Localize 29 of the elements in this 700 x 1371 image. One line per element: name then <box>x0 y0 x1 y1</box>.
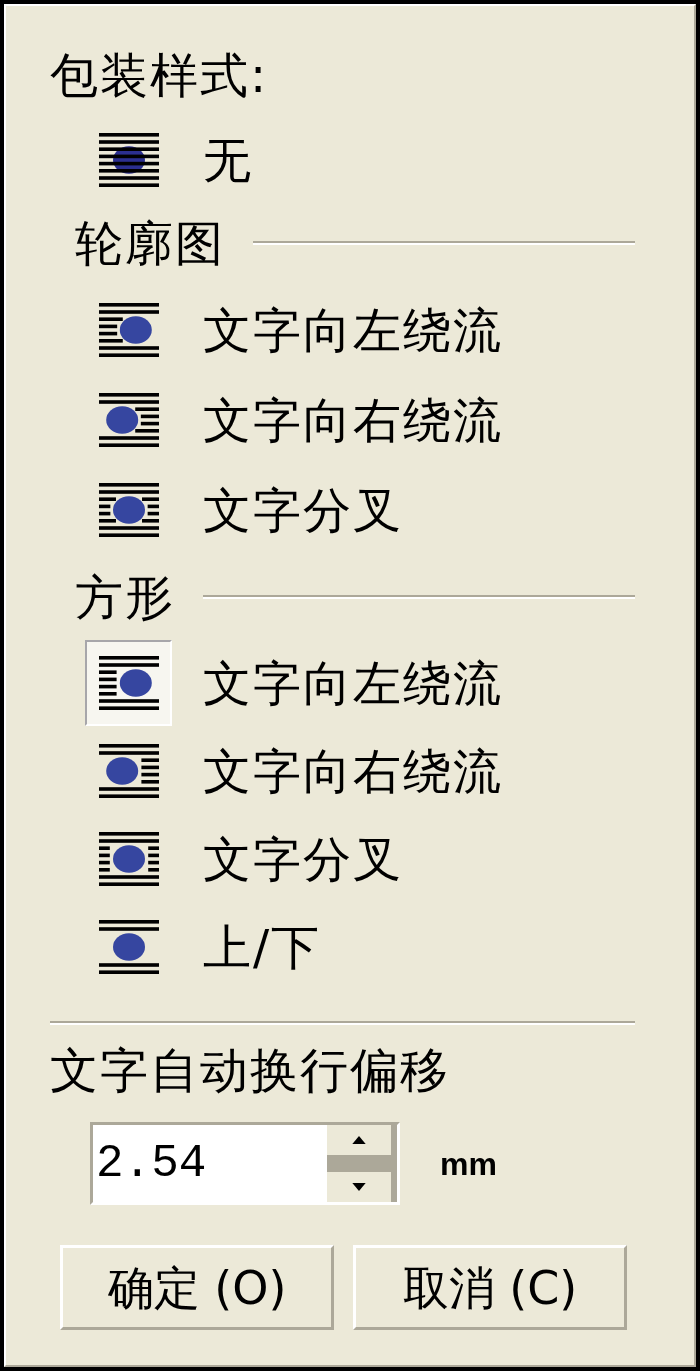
text-wrap-icon <box>98 133 159 187</box>
spin-box[interactable]: 2.54 <box>90 1122 400 1205</box>
option-label: 文字分叉 <box>203 486 403 534</box>
option-label: 文字向左绕流 <box>203 659 503 707</box>
text-wrap-icon <box>98 656 159 710</box>
dialog-button[interactable]: 取消 (C) <box>353 1245 627 1330</box>
group-heading: 方形 <box>75 573 175 621</box>
text-wrap-icon <box>98 303 159 357</box>
offset-label: 文字自动换行偏移 <box>50 1046 450 1094</box>
text-wrap-icon <box>98 832 159 886</box>
text-wrap-icon <box>98 920 159 974</box>
option-label: 上/下 <box>203 923 322 971</box>
down-triangle-icon <box>352 1183 366 1191</box>
option-label: 文字向左绕流 <box>203 306 503 354</box>
text-wrap-icon <box>98 483 159 537</box>
wrap-option-button[interactable] <box>85 640 172 726</box>
option-label: 文字向右绕流 <box>203 747 503 795</box>
text-wrap-icon <box>98 393 159 447</box>
spin-down-button[interactable] <box>327 1172 391 1202</box>
unit-label: mm <box>440 1147 497 1180</box>
text-wrap-icon <box>98 744 159 798</box>
up-triangle-icon <box>352 1136 366 1144</box>
option-label: 文字向右绕流 <box>203 396 503 444</box>
dialog-button[interactable]: 确定 (O) <box>60 1245 334 1330</box>
group-heading: 轮廓图 <box>75 219 225 267</box>
section-title: 包装样式: <box>50 51 269 99</box>
option-label: 文字分叉 <box>203 835 403 883</box>
option-label: 无 <box>203 136 253 184</box>
spin-up-button[interactable] <box>327 1125 391 1155</box>
